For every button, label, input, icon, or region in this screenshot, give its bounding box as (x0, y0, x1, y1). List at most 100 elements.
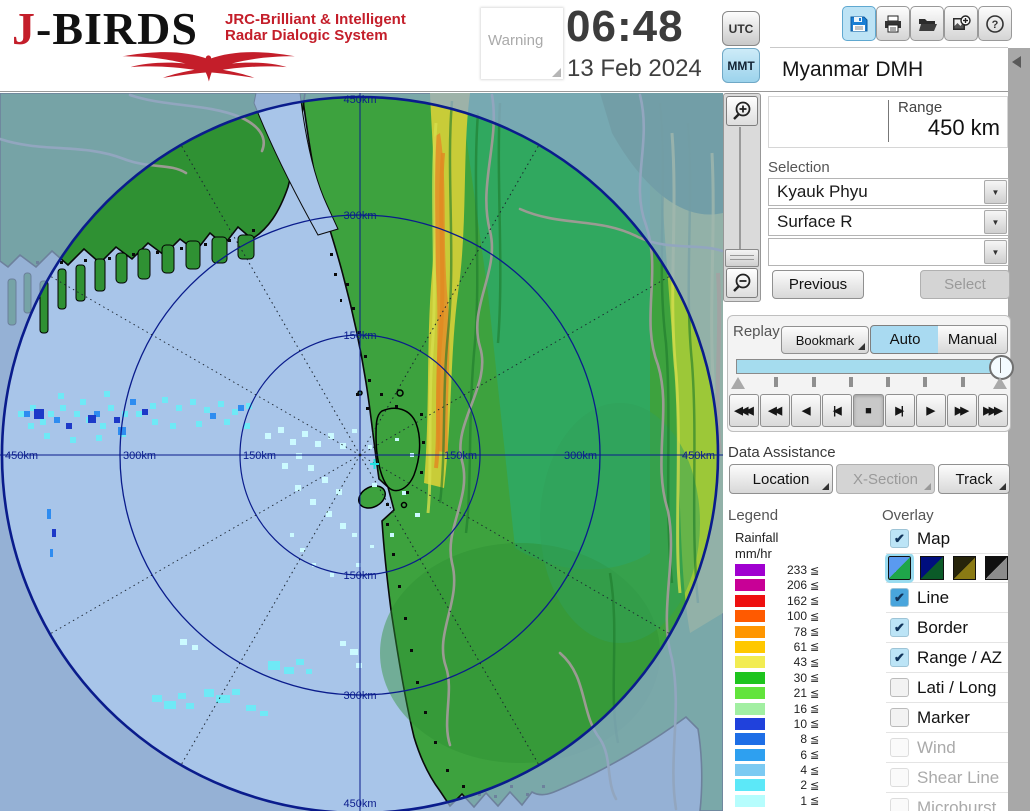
slider-end-marker[interactable] (993, 377, 1007, 389)
checkbox-lati-long[interactable] (890, 678, 909, 697)
overlay-item-shear-line: Shear Line (886, 763, 1008, 793)
legend-value: 162 (786, 593, 807, 608)
timezone-button-utc[interactable]: UTC (722, 11, 760, 46)
step-forward-button[interactable]: ▶| (884, 394, 915, 427)
legend-value: 4 (800, 763, 807, 778)
legend-title: Rainfall (735, 530, 779, 545)
location-button[interactable]: Location (729, 464, 833, 494)
checkbox-marker[interactable] (890, 708, 909, 727)
app-logo: J-BIRDS (12, 3, 198, 54)
legend-value: 78 (793, 624, 807, 639)
legend-value: 43 (793, 655, 807, 670)
selection-combo-3[interactable]: ▼ (768, 238, 1009, 266)
forward-fast-button[interactable]: ▶▶▶ (977, 394, 1008, 427)
selection-combo-1[interactable]: Kyauk Phyu ▼ (768, 178, 1009, 206)
legend-swatch (735, 779, 765, 792)
checkbox-microburst (890, 798, 909, 811)
map-style-terrain-olive[interactable] (952, 556, 976, 580)
overlay-item-microburst: Microburst (886, 793, 1008, 811)
checkbox-range-az[interactable]: ✔ (890, 648, 909, 667)
station-name: Myanmar DMH (782, 58, 924, 81)
zoom-out-icon (733, 273, 751, 292)
menu-corner-icon (858, 343, 865, 350)
selection-label: Selection (768, 159, 830, 176)
play-button[interactable]: ▶ (915, 394, 946, 427)
chevron-down-icon[interactable]: ▼ (984, 180, 1007, 204)
slider-start-marker[interactable] (731, 377, 745, 389)
rewind-button[interactable]: ◀◀ (760, 394, 791, 427)
menu-corner-icon (924, 483, 931, 490)
open-folder-button[interactable] (910, 6, 944, 41)
bookmark-button[interactable]: Bookmark (781, 326, 869, 354)
checkbox-line[interactable]: ✔ (890, 588, 909, 607)
range-label: Range (898, 99, 943, 116)
slider-tick (961, 377, 965, 387)
overlay-item-label: Marker (917, 707, 970, 727)
legend-row: 206 ≦ (735, 578, 819, 592)
replay-label: Replay (733, 323, 780, 340)
zoom-out-button[interactable] (726, 268, 758, 298)
capture-add-button[interactable] (944, 6, 978, 41)
legend-value: 30 (793, 670, 807, 685)
zoom-slider-handle[interactable] (725, 249, 759, 267)
radar-map[interactable]: 150km 150km 150km 150km 300km 300km 300km 300km… (0, 93, 723, 811)
chevron-down-icon[interactable]: ▼ (984, 240, 1007, 264)
zoom-slider-track[interactable] (739, 127, 741, 249)
help-icon: ? (986, 14, 1004, 33)
help-button[interactable]: ? (978, 6, 1012, 41)
checkbox-map[interactable]: ✔ (890, 529, 909, 548)
map-style-terrain-dark[interactable] (920, 556, 944, 580)
chevron-down-icon[interactable]: ▼ (984, 210, 1007, 234)
forward-button[interactable]: ▶▶ (946, 394, 977, 427)
legend-swatch (735, 702, 765, 715)
overlay-list: ✔ Map ✔ Line ✔ Border ✔ Range / AZ Lati / Long Ma… (884, 524, 1008, 811)
overlay-item-range-az: ✔ Range / AZ (886, 643, 1008, 673)
menu-corner-icon (999, 483, 1006, 490)
warning-panel[interactable]: Warning (481, 8, 563, 79)
legend-value: 1 (800, 793, 807, 808)
legend-swatch (735, 764, 765, 777)
selection-combo-2[interactable]: Surface R ▼ (768, 208, 1009, 236)
track-button[interactable]: Track (938, 464, 1010, 494)
overlay-item-wind: Wind (886, 733, 1008, 763)
map-style-terrain-light[interactable] (884, 553, 915, 583)
stop-button[interactable]: ■ (853, 394, 884, 427)
replay-slider-track[interactable] (736, 359, 1006, 374)
legend-swatch (735, 656, 765, 669)
lte-symbol: ≦ (810, 672, 820, 685)
menu-corner-icon (822, 483, 829, 490)
overlay-item-label: Range / AZ (917, 647, 1003, 667)
svg-text:150km: 150km (243, 450, 276, 462)
checkbox-border[interactable]: ✔ (890, 618, 909, 637)
legend-swatch (735, 579, 765, 592)
manual-mode-button[interactable]: Manual (938, 325, 1008, 354)
divider (770, 47, 1008, 48)
legend-swatch (735, 610, 765, 623)
playback-controls: ◀◀◀ ◀◀ ◀ |◀ ■ ▶| ▶ ▶▶ ▶▶▶ (729, 394, 1008, 427)
print-button[interactable] (876, 6, 910, 41)
x-section-button[interactable]: X-Section (836, 464, 935, 494)
legend-value: 100 (786, 609, 807, 624)
auto-mode-button[interactable]: Auto (870, 325, 940, 354)
overlay-item-label: Shear Line (917, 767, 1000, 787)
step-back-button[interactable]: |◀ (822, 394, 853, 427)
zoom-in-button[interactable] (726, 96, 758, 126)
previous-button[interactable]: Previous (772, 270, 864, 299)
select-button[interactable]: Select (920, 270, 1010, 299)
legend-value: 6 (800, 747, 807, 762)
svg-text:450km: 450km (5, 450, 38, 462)
panel-collapse-rail[interactable] (1008, 48, 1030, 811)
timezone-button-mmt[interactable]: MMT (722, 48, 760, 83)
checkbox-wind (890, 738, 909, 757)
legend-row: 16 ≦ (735, 702, 819, 716)
svg-text:300km: 300km (564, 450, 597, 462)
map-style-terrain-gray[interactable] (984, 556, 1008, 580)
overlay-item-label: Lati / Long (917, 677, 997, 697)
save-button[interactable] (842, 6, 876, 41)
overlay-item-label: Border (917, 617, 969, 637)
play-backward-button[interactable]: ◀ (791, 394, 822, 427)
legend-value: 233 (786, 563, 807, 577)
rewind-fast-button[interactable]: ◀◀◀ (729, 394, 760, 427)
slider-tick (812, 377, 816, 387)
save-icon (850, 16, 868, 31)
